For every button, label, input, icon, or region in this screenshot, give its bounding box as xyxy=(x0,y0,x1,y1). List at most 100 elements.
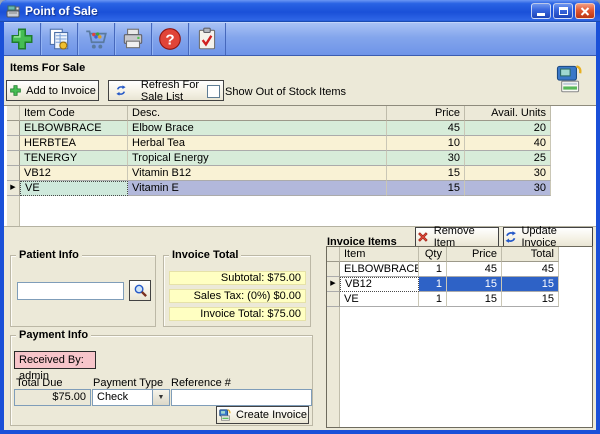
search-icon xyxy=(133,283,148,298)
minimize-button[interactable] xyxy=(531,3,551,19)
toolbar-print-button[interactable] xyxy=(115,23,152,55)
table-cell: Tropical Energy xyxy=(128,151,387,166)
add-to-invoice-label: Add to Invoice xyxy=(26,85,96,97)
create-invoice-button[interactable]: Create Invoice xyxy=(216,406,309,424)
table-cell: VE xyxy=(340,292,419,307)
add-icon xyxy=(9,84,22,97)
table-cell: VB12 xyxy=(340,277,419,292)
column-header[interactable]: Avail. Units xyxy=(465,106,551,121)
create-invoice-icon xyxy=(218,408,232,422)
toolbar: ? xyxy=(4,22,596,56)
close-button[interactable] xyxy=(575,3,595,19)
chevron-down-icon[interactable]: ▼ xyxy=(152,390,169,405)
maximize-icon xyxy=(559,7,568,15)
table-cell: 40 xyxy=(465,136,551,151)
subtotal-value: Subtotal: $75.00 xyxy=(169,271,306,285)
invoice-table-body: ELBOWBRACE14545▶VB1211515VE11515 xyxy=(327,262,560,307)
table-row[interactable]: VE11515 xyxy=(327,292,560,307)
row-selector[interactable]: ▶ xyxy=(7,181,20,196)
column-header[interactable]: Qty xyxy=(419,247,447,262)
cart-icon xyxy=(83,26,109,52)
add-to-invoice-button[interactable]: Add to Invoice xyxy=(6,80,99,101)
items-table-body: ELBOWBRACEElbow Brace4520HERBTEAHerbal T… xyxy=(7,121,552,196)
payment-info-title: Payment Info xyxy=(16,329,91,341)
payment-type-label: Payment Type xyxy=(93,377,163,389)
payment-type-select[interactable]: Check ▼ xyxy=(92,389,170,406)
table-cell: 25 xyxy=(465,151,551,166)
toolbar-reports-button[interactable] xyxy=(41,23,78,55)
window-controls xyxy=(531,3,595,19)
payment-info-group: Payment Info Received By: admin Total Du… xyxy=(10,335,313,426)
create-invoice-label: Create Invoice xyxy=(236,409,307,421)
table-cell: 30 xyxy=(387,151,465,166)
sales-tax-value: Sales Tax: (0%) $0.00 xyxy=(169,289,306,303)
column-header[interactable]: Item Code xyxy=(20,106,128,121)
patient-search-button[interactable] xyxy=(129,280,151,301)
column-header[interactable]: Item xyxy=(340,247,419,262)
table-row[interactable]: ELBOWBRACEElbow Brace4520 xyxy=(7,121,552,136)
toolbar-invoice-button[interactable] xyxy=(189,23,226,55)
row-selector[interactable] xyxy=(7,151,20,166)
table-cell: 15 xyxy=(447,292,502,307)
table-cell: 30 xyxy=(465,166,551,181)
table-cell: VB12 xyxy=(20,166,128,181)
show-out-of-stock-label: Show Out of Stock Items xyxy=(225,86,346,98)
toolbar-cart-button[interactable] xyxy=(78,23,115,55)
table-cell: TENERGY xyxy=(20,151,128,166)
total-due-field: $75.00 xyxy=(14,389,91,406)
table-cell: 15 xyxy=(387,181,465,196)
app-icon xyxy=(5,3,21,19)
maximize-button[interactable] xyxy=(553,3,573,19)
table-cell: 10 xyxy=(387,136,465,151)
reference-input[interactable] xyxy=(171,389,312,406)
titlebar: Point of Sale xyxy=(0,0,600,22)
column-header-selector xyxy=(7,106,20,121)
invoice-items-table: ItemQtyPriceTotal ELBOWBRACE14545▶VB1211… xyxy=(326,246,593,428)
invoice-table-header: ItemQtyPriceTotal xyxy=(327,247,560,262)
show-out-of-stock-checkbox[interactable] xyxy=(207,85,220,98)
column-header[interactable]: Price xyxy=(447,247,502,262)
row-selector[interactable] xyxy=(327,262,340,277)
update-invoice-button[interactable]: Update Invoice xyxy=(503,227,593,247)
column-header[interactable]: Total xyxy=(502,247,559,262)
print-icon xyxy=(120,26,146,52)
patient-search-input[interactable] xyxy=(17,282,124,300)
minimize-icon xyxy=(537,13,545,16)
reference-label: Reference # xyxy=(171,377,231,389)
table-cell: 1 xyxy=(419,277,447,292)
row-selector[interactable] xyxy=(7,136,20,151)
table-cell: ELBOWBRACE xyxy=(20,121,128,136)
table-row[interactable]: ELBOWBRACE14545 xyxy=(327,262,560,277)
table-row[interactable]: ▶VEVitamin E1530 xyxy=(7,181,552,196)
svg-text:?: ? xyxy=(165,31,174,48)
refresh-icon xyxy=(115,83,127,98)
table-cell: 15 xyxy=(447,277,502,292)
table-cell: 1 xyxy=(419,292,447,307)
reports-icon xyxy=(46,26,72,52)
table-cell: 15 xyxy=(502,277,559,292)
toolbar-help-button[interactable]: ? xyxy=(152,23,189,55)
row-selector[interactable] xyxy=(7,166,20,181)
invoice-total-group: Invoice Total Subtotal: $75.00 Sales Tax… xyxy=(163,255,311,327)
column-header[interactable]: Desc. xyxy=(128,106,387,121)
help-icon: ? xyxy=(157,26,183,52)
row-selector[interactable] xyxy=(327,292,340,307)
column-header[interactable]: Price xyxy=(387,106,465,121)
patient-info-title: Patient Info xyxy=(16,249,82,261)
table-row[interactable]: HERBTEAHerbal Tea1040 xyxy=(7,136,552,151)
table-cell: ELBOWBRACE xyxy=(340,262,419,277)
toolbar-add-button[interactable] xyxy=(4,23,41,55)
items-for-sale-table: Item CodeDesc.PriceAvail. Units ELBOWBRA… xyxy=(4,105,596,227)
row-selector[interactable]: ▶ xyxy=(327,277,340,292)
table-row[interactable]: TENERGYTropical Energy3025 xyxy=(7,151,552,166)
table-row[interactable]: VB12Vitamin B121530 xyxy=(7,166,552,181)
received-by-badge: Received By: admin xyxy=(14,351,96,369)
row-selector[interactable] xyxy=(7,121,20,136)
patient-info-group: Patient Info xyxy=(10,255,156,327)
table-cell: 1 xyxy=(419,262,447,277)
table-cell: 45 xyxy=(387,121,465,136)
column-header-selector xyxy=(327,247,340,262)
remove-item-button[interactable]: Remove Item xyxy=(415,227,499,247)
invoice-total-title: Invoice Total xyxy=(169,249,241,261)
table-row[interactable]: ▶VB1211515 xyxy=(327,277,560,292)
